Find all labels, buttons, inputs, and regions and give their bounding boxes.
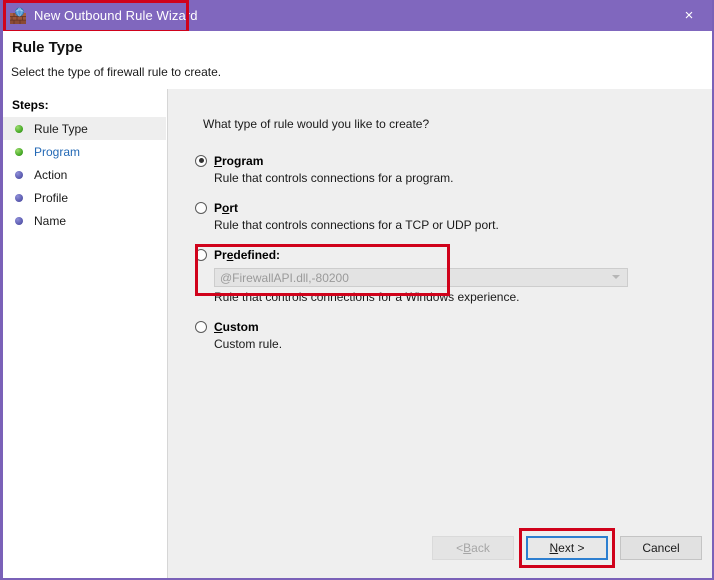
window-title: New Outbound Rule Wizard (34, 8, 198, 23)
page-subtitle: Select the type of firewall rule to crea… (11, 65, 222, 79)
radio-port[interactable] (195, 201, 207, 214)
option-custom-description: Custom rule. (214, 337, 283, 351)
option-program-label: Program (214, 154, 263, 168)
label-rest: rt (229, 200, 239, 215)
option-custom-label: Custom (214, 320, 259, 334)
question-text: What type of rule would you like to crea… (203, 117, 430, 131)
step-bullet-icon (15, 147, 23, 156)
radio-custom[interactable] (195, 320, 207, 333)
option-predefined-label: Predefined: (214, 248, 280, 262)
option-port-row[interactable]: Port (195, 198, 702, 217)
accel-char: C (214, 319, 223, 334)
rule-type-options: Program Rule that controls connections f… (195, 151, 702, 353)
option-program-row[interactable]: Program (195, 151, 702, 170)
label-rest: rogram (222, 153, 264, 168)
sidebar-item-label: Name (34, 213, 67, 228)
step-bullet-icon (15, 193, 23, 202)
option-port[interactable]: Port Rule that controls connections for … (195, 198, 702, 232)
label-rest: ack (471, 541, 490, 555)
steps-list: Rule Type Program Action Profile Name (3, 117, 166, 232)
step-bullet-icon (15, 124, 23, 133)
firewall-icon (9, 7, 27, 25)
option-custom[interactable]: Custom Custom rule. (195, 317, 702, 351)
option-predefined-description: Rule that controls connections for a Win… (214, 290, 520, 304)
sidebar-item-program[interactable]: Program (3, 140, 166, 163)
option-predefined-row[interactable]: Predefined: (195, 245, 702, 264)
steps-title: Steps: (12, 98, 49, 112)
sidebar-item-label: Program (34, 144, 81, 159)
predefined-dropdown[interactable]: @FirewallAPI.dll,-80200 (214, 268, 628, 287)
option-port-label: Port (214, 201, 238, 215)
close-icon[interactable]: × (666, 0, 712, 31)
step-bullet-icon (15, 216, 23, 225)
wizard-body: Steps: Rule Type Program Action Profile (3, 89, 712, 578)
label-rest: defined: (233, 247, 281, 262)
label-rest: ext > (558, 541, 585, 555)
cancel-button[interactable]: Cancel (620, 536, 702, 560)
back-button[interactable]: < Back (432, 536, 514, 560)
radio-predefined[interactable] (195, 248, 207, 261)
wizard-footer: < Back Next > Cancel (432, 528, 702, 568)
label-rest: ustom (222, 319, 259, 334)
steps-sidebar: Steps: Rule Type Program Action Profile (3, 89, 168, 578)
sidebar-item-action[interactable]: Action (3, 163, 166, 186)
label-prefix: P (214, 200, 223, 215)
predefined-dropdown-value: @FirewallAPI.dll,-80200 (220, 270, 349, 285)
accel-char: P (214, 153, 223, 168)
sidebar-item-label: Action (34, 167, 68, 182)
label-prefix: < (456, 541, 464, 555)
label-prefix: Pr (214, 247, 227, 262)
title-bar-left: New Outbound Rule Wizard (3, 0, 198, 31)
radio-program[interactable] (195, 154, 207, 167)
chevron-down-icon (612, 275, 620, 279)
title-bar: New Outbound Rule Wizard × (3, 0, 712, 33)
page-header: Rule Type Select the type of firewall ru… (3, 31, 712, 89)
sidebar-item-profile[interactable]: Profile (3, 186, 166, 209)
option-custom-row[interactable]: Custom (195, 317, 702, 336)
option-program-description: Rule that controls connections for a pro… (214, 171, 454, 185)
page-title: Rule Type (12, 39, 83, 56)
next-button[interactable]: Next > (526, 536, 608, 560)
option-port-description: Rule that controls connections for a TCP… (214, 218, 499, 232)
content-pane: What type of rule would you like to crea… (169, 89, 712, 578)
accel-char: B (463, 541, 472, 555)
sidebar-item-name[interactable]: Name (3, 209, 166, 232)
step-bullet-icon (15, 170, 23, 179)
sidebar-item-label: Rule Type (34, 121, 88, 136)
sidebar-item-rule-type[interactable]: Rule Type (3, 117, 166, 140)
next-button-wrap: Next > (519, 528, 615, 568)
sidebar-item-label: Profile (34, 190, 69, 205)
accel-char: N (549, 541, 559, 555)
option-program[interactable]: Program Rule that controls connections f… (195, 151, 702, 185)
option-predefined[interactable]: Predefined: @FirewallAPI.dll,-80200 Rule… (195, 245, 702, 304)
wizard-window: New Outbound Rule Wizard × Rule Type Sel… (0, 0, 714, 580)
